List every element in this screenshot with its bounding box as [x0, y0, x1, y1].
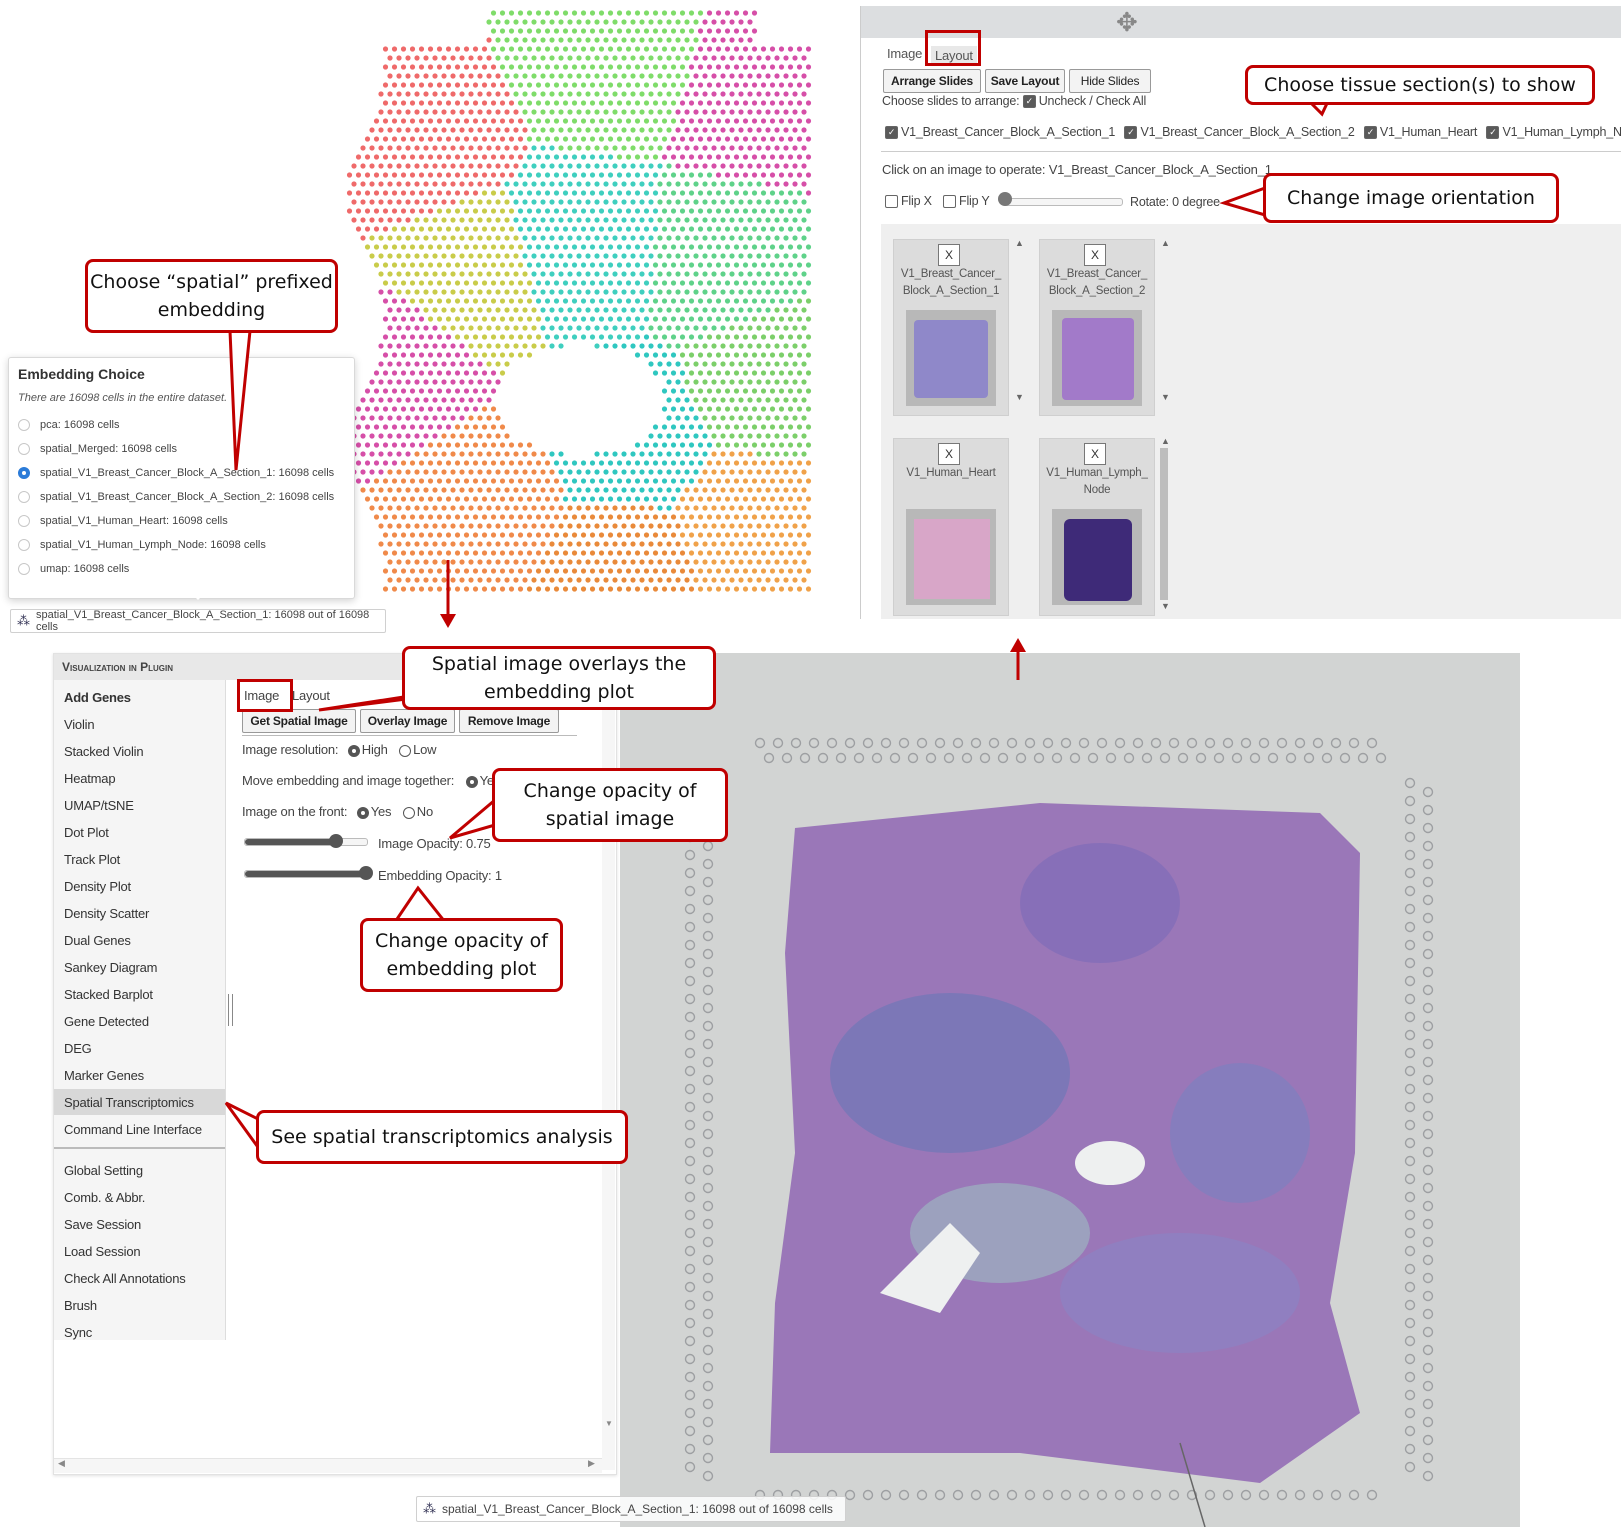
callout-pointer	[228, 329, 252, 471]
annotation-layer	[224, 95, 1333, 1155]
callout-pointer	[224, 1101, 262, 1155]
arrow-up-head	[1010, 638, 1026, 652]
callout-opacity-image: Change opacity of spatial image	[492, 768, 728, 842]
highlight-image-tab	[237, 679, 293, 712]
callout-pointer	[1219, 185, 1267, 218]
callout-spatial-prefix: Choose “spatial” prefixed embedding	[85, 259, 338, 333]
callout-pointer	[392, 885, 449, 924]
arrow-down-head	[440, 614, 456, 628]
callout-overlay: Spatial image overlays the embedding plo…	[402, 646, 716, 710]
callout-orientation: Change image orientation	[1263, 173, 1559, 223]
callout-spatial-analysis: See spatial transcriptomics analysis	[256, 1110, 628, 1164]
callout-opacity-embedding: Change opacity of embedding plot	[360, 918, 563, 992]
callout-pointer	[449, 796, 497, 840]
highlight-layout-tab	[925, 30, 981, 66]
callout-tissue-sections: Choose tissue section(s) to show	[1245, 65, 1595, 105]
